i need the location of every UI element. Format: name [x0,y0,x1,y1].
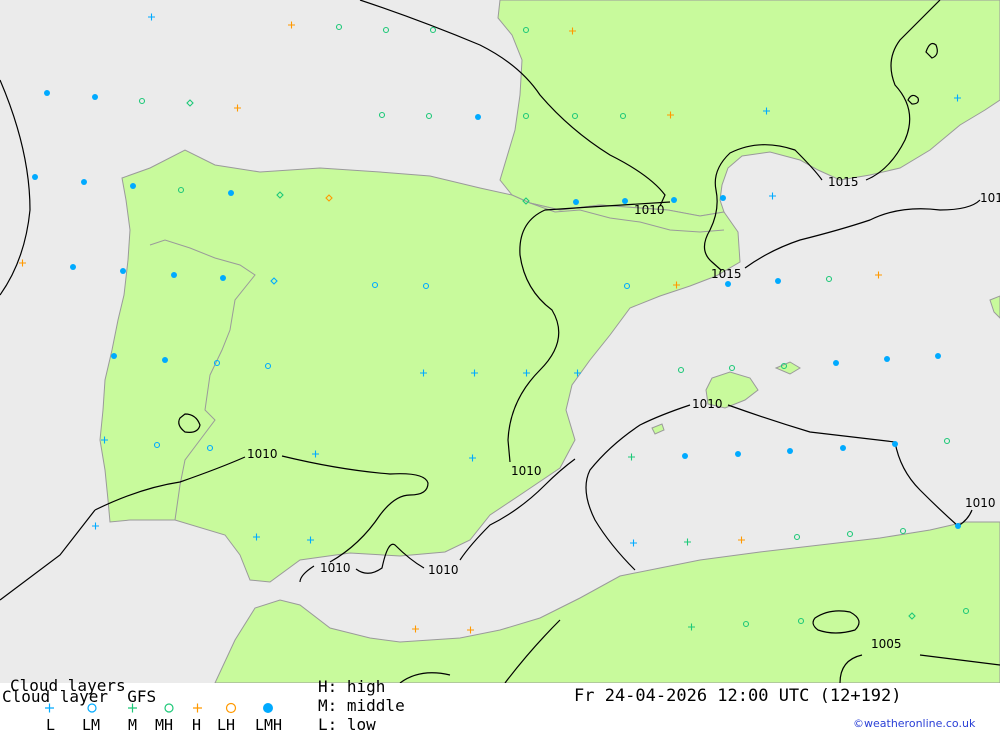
marker-lmh [162,357,168,363]
legend-symbol-lmh [263,703,273,713]
marker-lmh [92,94,98,100]
isobar-label: 1010 [428,563,459,577]
legend-symbol-l [45,703,54,713]
isobar-label: 101 [980,191,1000,205]
marker-lmh [884,356,890,362]
marker-lmh [81,179,87,185]
isobar-label: 1010 [634,203,665,217]
marker-lmh [935,353,941,359]
legend-code-lm: LM [82,716,101,734]
marker-lmh [220,275,226,281]
legend-key-middle: M: middle [318,696,405,715]
marker-lmh [228,190,234,196]
isobar-label: 1010 [692,397,723,411]
map: 1010 1010 1010 1010 1010 1010 1010 1015 … [0,0,1000,683]
legend-code-l: L [46,716,56,734]
legend-symbols [45,702,273,714]
legend-code-h: H [192,716,202,734]
isobar-label: 1005 [871,637,902,651]
marker-lmh [111,353,117,359]
marker-lmh [70,264,76,270]
marker-lmh [840,445,846,451]
legend-key-low: L: low [318,715,376,734]
legend: Cloud layers Cloud layer GFS L LM M MH H… [0,677,1000,734]
legend-symbol-h [193,703,202,713]
marker-lmh [833,360,839,366]
legend-symbol-m [128,703,137,713]
marker-lmh [775,278,781,284]
legend-code-mh: MH [155,716,174,734]
legend-symbol-mh [164,703,174,713]
marker-lmh [682,453,688,459]
legend-key-high: H: high [318,677,386,696]
marker-lmh [720,195,726,201]
marker-lmh [725,281,731,287]
marker-lmh [892,441,898,447]
legend-symbol-lh [225,702,237,714]
site-credit[interactable]: ©weatheronline.co.uk [853,717,975,730]
legend-code-m: M [128,716,138,734]
isobar-label: 1010 [511,464,542,478]
marker-lmh [573,199,579,205]
marker-lmh [955,523,961,529]
marker-lmh [671,197,677,203]
isobar-label: 1010 [247,447,278,461]
marker-lmh [130,183,136,189]
legend-symbol-lm [87,703,97,713]
marker-lmh [32,174,38,180]
marker-lmh [735,451,741,457]
isobar-label: 1015 [828,175,859,189]
legend-code-lh: LH [217,716,236,734]
marker-lmh [622,198,628,204]
marker-lmh [44,90,50,96]
marker-lmh [120,268,126,274]
marker-lmh [787,448,793,454]
isobar-label: 1010 [320,561,351,575]
isobar-label: 1015 [711,267,742,281]
legend-code-lmh: LMH [255,716,283,734]
marker-lmh [171,272,177,278]
isobar-label: 1010 [965,496,996,510]
marker-lmh [475,114,481,120]
forecast-datetime: Fr 24-04-2026 12:00 UTC (12+192) [574,686,902,706]
